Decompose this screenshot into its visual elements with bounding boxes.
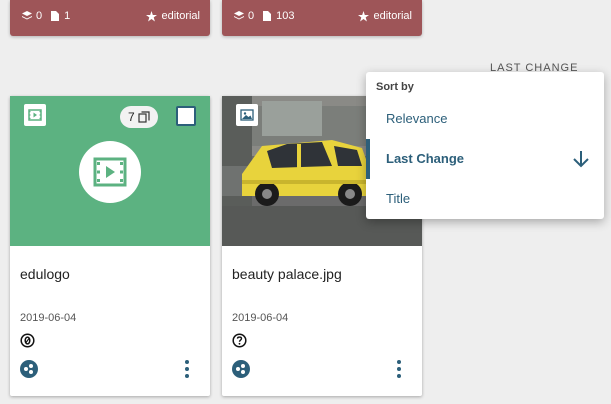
layers-icon xyxy=(22,11,32,20)
sort-option-label: Relevance xyxy=(386,111,448,126)
sort-option-last-change[interactable]: Last Change xyxy=(366,139,604,179)
arrow-down-icon[interactable] xyxy=(572,149,590,169)
collection-counts: 0 103 xyxy=(234,10,294,22)
collection-type: editorial xyxy=(146,10,200,22)
card-date: 2019-06-04 xyxy=(232,312,289,324)
card-preview[interactable]: 7 xyxy=(10,96,210,246)
collection-type-label: editorial xyxy=(161,10,200,22)
material-card[interactable]: 7 edulogo 2019-06-04 xyxy=(10,96,210,396)
child-count: 0 xyxy=(248,10,255,22)
video-preview-icon xyxy=(79,141,141,203)
collection-type: editorial xyxy=(358,10,412,22)
copies-icon xyxy=(138,111,150,123)
sort-option-title[interactable]: Title xyxy=(366,179,604,219)
file-count: 103 xyxy=(276,10,295,22)
image-icon xyxy=(236,104,258,126)
sort-option-label: Title xyxy=(386,191,411,206)
unknown-license-icon xyxy=(232,333,247,348)
collection-counts: 0 1 xyxy=(22,10,70,22)
card-date: 2019-06-04 xyxy=(20,312,77,324)
share-icon[interactable] xyxy=(20,360,38,378)
star-icon xyxy=(358,10,370,21)
star-icon xyxy=(146,10,158,21)
file-icon xyxy=(51,11,60,21)
select-checkbox[interactable] xyxy=(176,106,196,126)
usage-count: 7 xyxy=(128,110,135,124)
more-options-icon[interactable] xyxy=(184,359,190,379)
child-count: 0 xyxy=(36,10,43,22)
layers-icon xyxy=(234,11,244,20)
collection-card[interactable]: 0 1 editorial xyxy=(10,0,210,36)
sort-heading: Sort by xyxy=(376,81,414,93)
collection-card[interactable]: 0 103 editorial xyxy=(222,0,422,36)
card-title[interactable]: edulogo xyxy=(20,266,70,282)
file-icon xyxy=(263,11,272,21)
sort-option-label: Last Change xyxy=(386,151,465,166)
share-icon[interactable] xyxy=(232,360,250,378)
video-icon xyxy=(24,104,46,126)
sort-dropdown: Sort by Relevance Last Change Title xyxy=(366,72,604,219)
usage-count-badge: 7 xyxy=(120,106,158,128)
more-options-icon[interactable] xyxy=(396,359,402,379)
card-title[interactable]: beauty palace.jpg xyxy=(232,266,342,282)
cc-zero-icon xyxy=(20,333,35,348)
collection-type-label: editorial xyxy=(373,10,412,22)
file-count: 1 xyxy=(64,10,71,22)
sort-option-relevance[interactable]: Relevance xyxy=(366,99,604,139)
